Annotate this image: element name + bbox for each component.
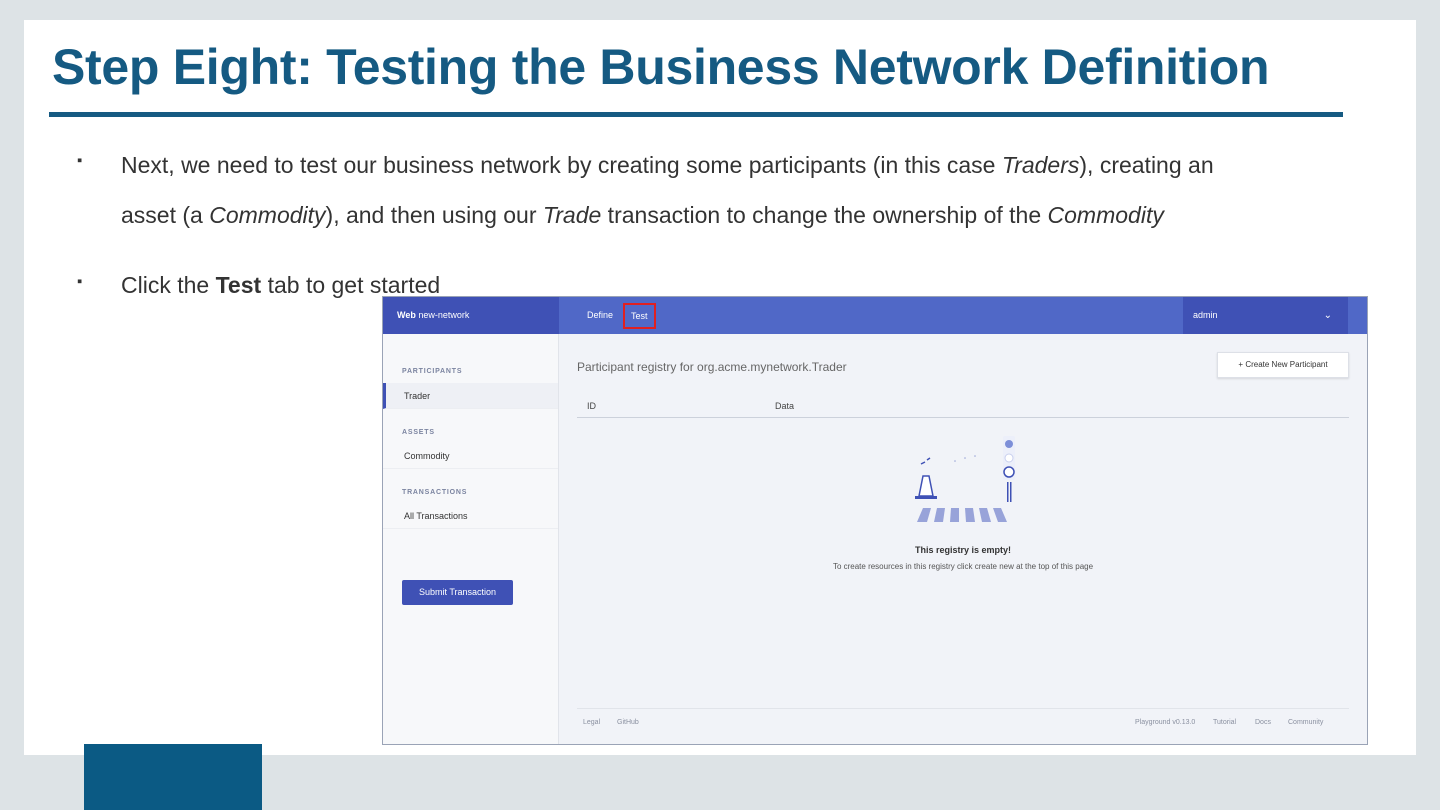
footer-link-legal[interactable]: Legal [583, 719, 600, 726]
create-new-participant-button[interactable]: + Create New Participant [1217, 352, 1349, 378]
footer-link-github[interactable]: GitHub [617, 719, 639, 726]
title-underline [49, 112, 1343, 117]
submit-transaction-button[interactable]: Submit Transaction [402, 580, 513, 605]
tab-define[interactable]: Define [587, 297, 613, 334]
user-menu[interactable]: admin ⌄ [1183, 297, 1348, 334]
bullet-1-line-2: asset (a Commodity), and then using our … [121, 202, 1164, 228]
footer-version: Playground v0.13.0 [1135, 719, 1196, 726]
sidebar-heading-transactions: TRANSACTIONS [402, 489, 468, 496]
bullet-marker: ▪ [77, 273, 83, 290]
empty-state-title: This registry is empty! [914, 545, 1012, 555]
bullet-marker: ▪ [77, 152, 83, 169]
sidebar: PARTICIPANTS Trader ASSETS Commodity TRA… [383, 334, 559, 744]
bullet-1-line-1: Next, we need to test our business netwo… [121, 152, 1214, 178]
table-divider [577, 417, 1349, 418]
footer-link-community[interactable]: Community [1288, 719, 1323, 726]
chevron-down-icon: ⌄ [1323, 310, 1332, 321]
sidebar-heading-assets: ASSETS [402, 429, 435, 436]
tab-test[interactable]: Test [623, 303, 656, 329]
registry-panel: Participant registry for org.acme.mynetw… [559, 334, 1367, 744]
slide-title: Step Eight: Testing the Business Network… [52, 39, 1270, 95]
empty-registry-illustration [915, 436, 1015, 522]
empty-state-message: To create resources in this registry cli… [832, 562, 1094, 571]
sidebar-item-all-transactions[interactable]: All Transactions [383, 503, 558, 529]
user-name: admin [1193, 310, 1218, 320]
playground-screenshot: Web new-network Define Test admin ⌄ PART… [382, 296, 1368, 745]
sidebar-item-trader[interactable]: Trader [383, 383, 558, 409]
sidebar-item-commodity[interactable]: Commodity [383, 443, 558, 469]
registry-title: Participant registry for org.acme.mynetw… [577, 360, 847, 374]
column-header-data: Data [775, 401, 795, 411]
sidebar-heading-participants: PARTICIPANTS [402, 368, 463, 375]
app-brand[interactable]: Web new-network [383, 297, 559, 334]
accent-block [84, 744, 262, 810]
footer-divider [577, 708, 1349, 709]
footer-link-tutorial[interactable]: Tutorial [1213, 719, 1236, 726]
footer-link-docs[interactable]: Docs [1255, 719, 1271, 726]
column-header-id: ID [587, 401, 596, 411]
